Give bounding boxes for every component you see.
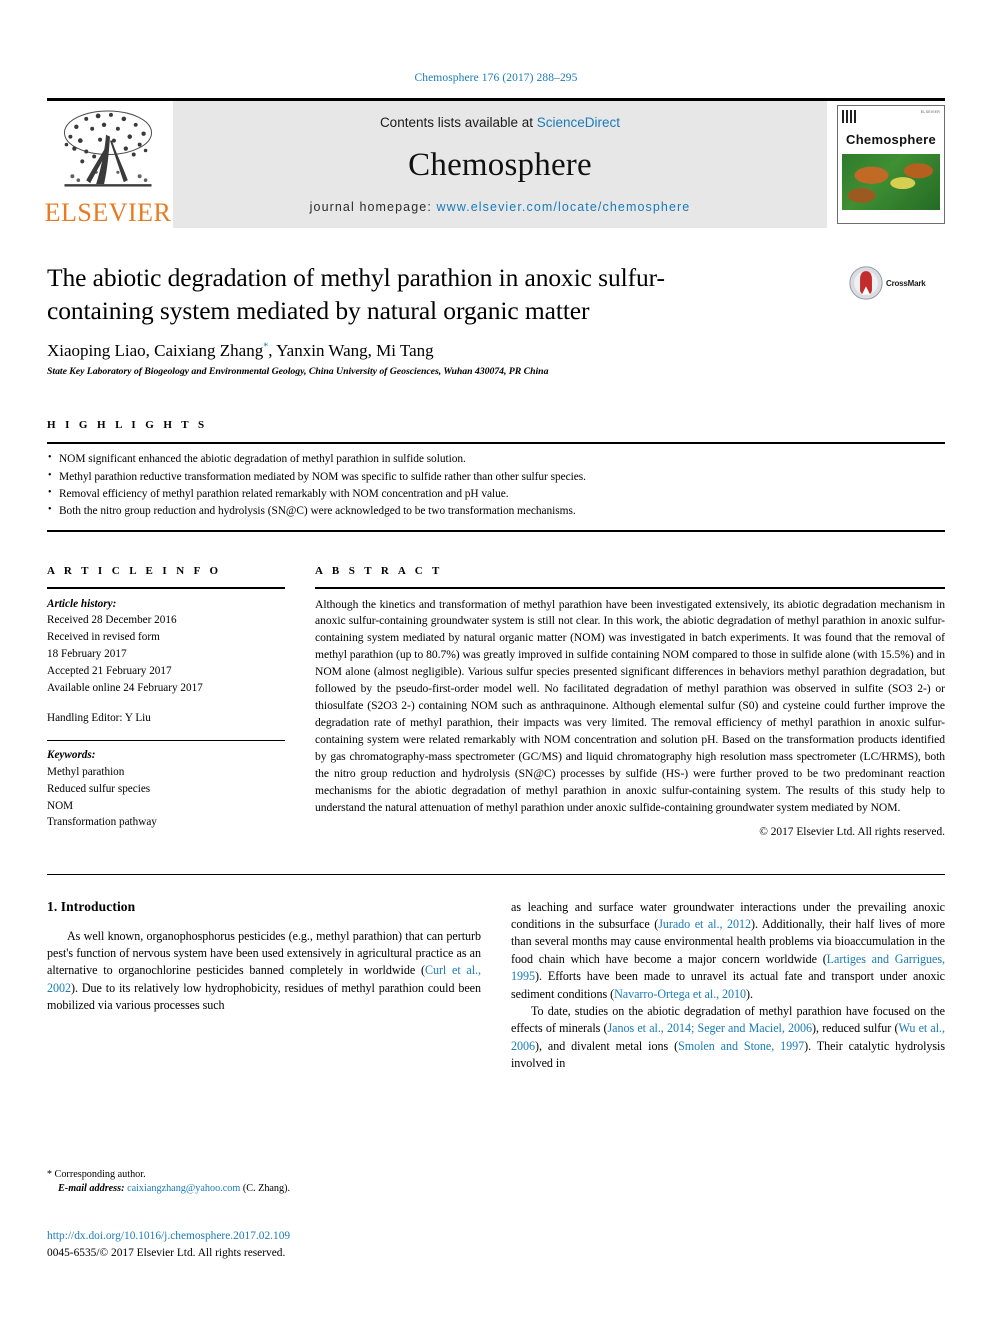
authors-rest: , Yanxin Wang, Mi Tang [268,341,434,361]
elsevier-logo: ELSEVIER [44,101,172,228]
keyword-item: Methyl parathion [47,765,125,778]
crossmark-icon [849,266,883,300]
affiliation: State Key Laboratory of Biogeology and E… [47,366,549,378]
homepage-prefix: journal homepage: [309,200,437,214]
history-accepted: Accepted 21 February 2017 [47,664,172,677]
right-text-1d: ). [746,986,753,1001]
email-link[interactable]: caixiangzhang@yahoo.com [127,1183,240,1194]
history-revised-date: 18 February 2017 [47,647,127,660]
contents-list-line: Contents lists available at ScienceDirec… [380,115,620,130]
contents-prefix: Contents lists available at [379,115,537,130]
article-info-column: A R T I C L E I N F O Article history: R… [47,565,285,838]
right-text-2b: ), reduced sulfur ( [812,1021,899,1036]
author-list: Xiaoping Liao, Caixiang Zhang*, Yanxin W… [47,341,831,361]
history-received: Received 28 December 2016 [47,614,177,627]
email-address-label: E-mail address: [58,1183,125,1195]
citation-link[interactable]: Janos et al., 2014; Seger and Maciel, 20… [608,1021,813,1035]
history-revised: Received in revised form [47,631,160,644]
body-columns: 1. Introduction As well known, organopho… [47,899,945,1073]
abstract-copyright: © 2017 Elsevier Ltd. All rights reserved… [759,825,945,838]
crossmark-badge[interactable]: CrossMark [849,262,945,300]
keyword-item: Reduced sulfur species [47,782,151,795]
highlight-item: NOM significant enhanced the abiotic deg… [47,450,945,468]
journal-cover-thumbnail: ELSEVIER Chemosphere [837,105,945,224]
footnote-line-2: E-mail address: caixiangzhang@yahoo.com … [47,1182,467,1196]
corresponding-author-footnote: * Corresponding author. E-mail address: … [47,1168,467,1197]
running-head: Chemosphere 176 (2017) 288–295 [414,72,578,84]
keyword-item: Transformation pathway [47,816,157,829]
cover-header: ELSEVIER [842,110,940,126]
elsevier-tree-icon [63,110,153,187]
title-block: The abiotic degradation of methyl parath… [47,262,945,377]
crossmark-label: CrossMark [886,278,926,288]
highlights-heading: H I G H L I G H T S [47,419,208,432]
footnote-star-icon: * [47,1169,52,1180]
body-separator-rule [47,873,945,875]
intro-text-1-cont: ). Due to its relatively low hydrophobic… [47,980,481,1013]
issn-copyright-line: 0045-6535/© 2017 Elsevier Ltd. All right… [47,1246,286,1259]
abstract-rule [315,586,945,589]
journal-banner: Contents lists available at ScienceDirec… [173,101,827,228]
keywords-separator [47,740,285,742]
title-and-authors: The abiotic degradation of methyl parath… [47,262,849,377]
email-owner: (C. Zhang). [242,1183,291,1195]
doi-link[interactable]: http://dx.doi.org/10.1016/j.chemosphere.… [47,1228,290,1245]
cover-artwork [842,154,940,210]
handling-editor: Handling Editor: Y Liu [47,712,151,725]
authors-first: Xiaoping Liao, Caixiang Zhang [47,341,264,361]
corresponding-author-label: Corresponding author. [54,1169,146,1180]
doi-block: http://dx.doi.org/10.1016/j.chemosphere.… [47,1228,290,1261]
intro-text-1: As well known, organophosphorus pesticid… [47,928,481,978]
cover-footer [842,210,940,219]
right-text-2c: ), and divalent metal ions ( [535,1038,679,1053]
history-online: Available online 24 February 2017 [47,681,203,694]
article-page: Chemosphere 176 (2017) 288–295 ELSEVIER … [0,0,992,1323]
article-info-rule [47,586,285,589]
citation-link[interactable]: Jurado et al., 2012 [658,917,751,931]
intro-paragraph-right-2: To date, studies on the abiotic degradat… [511,1003,945,1073]
footnote-line-1: * Corresponding author. [47,1168,467,1182]
citation-link[interactable]: Smolen and Stone, 1997 [678,1039,804,1053]
article-history-label: Article history: [47,597,117,610]
keywords-label: Keywords: [47,749,96,762]
highlight-item: Removal efficiency of methyl parathion r… [47,485,945,503]
journal-title: Chemosphere [408,146,592,183]
keyword-item: NOM [47,799,74,812]
keywords-block: Keywords: Methyl parathion Reduced sulfu… [47,747,285,831]
journal-homepage-line: journal homepage: www.elsevier.com/locat… [310,200,691,214]
page-title: The abiotic degradation of methyl parath… [47,263,665,325]
cover-publisher-icon [842,110,857,123]
journal-masthead: ELSEVIER Contents lists available at Sci… [44,98,945,228]
section-heading-introduction: 1. Introduction [47,898,136,914]
abstract-text: Although the kinetics and transformation… [315,597,945,814]
article-history: Article history: Received 28 December 20… [47,596,285,728]
body-column-left: 1. Introduction As well known, organopho… [47,899,481,1073]
abstract-column: A B S T R A C T Although the kinetics an… [315,565,945,838]
citation-link[interactable]: Navarro-Ortega et al., 2010 [614,987,746,1001]
cover-publisher-label: ELSEVIER [920,110,940,114]
homepage-url-link[interactable]: www.elsevier.com/locate/chemosphere [436,200,690,214]
sciencedirect-link[interactable]: ScienceDirect [537,115,620,130]
abstract-heading: A B S T R A C T [315,564,443,577]
highlight-item: Methyl parathion reductive transformatio… [47,468,945,486]
article-info-heading: A R T I C L E I N F O [47,564,222,577]
cover-journal-title: Chemosphere [846,132,936,147]
intro-paragraph-right-1: as leaching and surface water groundwate… [511,899,945,1003]
body-column-right: as leaching and surface water groundwate… [511,899,945,1073]
highlights-list: NOM significant enhanced the abiotic deg… [47,442,945,532]
highlight-item: Both the nitro group reduction and hydro… [47,502,945,520]
info-abstract-row: A R T I C L E I N F O Article history: R… [47,565,945,838]
elsevier-wordmark: ELSEVIER [44,198,172,227]
highlights-section: H I G H L I G H T S NOM significant enha… [47,419,945,532]
intro-paragraph-left: As well known, organophosphorus pesticid… [47,928,481,1015]
